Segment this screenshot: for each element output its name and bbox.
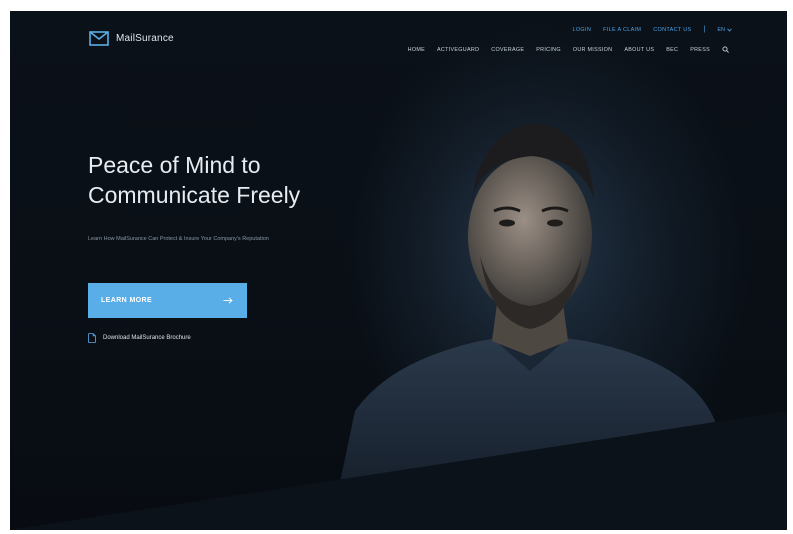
chevron-down-icon (727, 28, 732, 32)
pdf-file-icon (88, 333, 96, 343)
file-claim-link[interactable]: FILE A CLAIM (603, 27, 641, 33)
separator: | (703, 26, 706, 33)
contact-us-link[interactable]: CONTACT US (653, 27, 691, 33)
search-icon[interactable] (722, 46, 729, 53)
arrow-right-icon (223, 297, 233, 304)
download-brochure-label: Download MailSurance Brochure (103, 335, 191, 341)
envelope-icon (89, 31, 109, 46)
download-brochure-link[interactable]: Download MailSurance Brochure (88, 333, 191, 343)
hero-subtitle: Learn How MailSurance Can Protect & Insu… (88, 236, 269, 242)
nav-item-coverage[interactable]: COVERAGE (491, 47, 524, 53)
nav-item-our-mission[interactable]: OUR MISSION (573, 47, 613, 53)
hero-title-line-1: Peace of Mind to (88, 152, 261, 178)
language-label: EN (717, 26, 725, 33)
hero-section: MailSurance LOGIN FILE A CLAIM CONTACT U… (10, 11, 787, 530)
nav-item-press[interactable]: PRESS (690, 47, 710, 53)
learn-more-label: LEARN MORE (101, 297, 153, 304)
language-selector[interactable]: EN (717, 27, 732, 33)
login-link[interactable]: LOGIN (573, 27, 592, 33)
brand-name: MailSurance (116, 33, 174, 44)
nav-item-home[interactable]: HOME (408, 47, 425, 53)
hero-portrait-image (330, 11, 730, 530)
hero-title-line-2: Communicate Freely (88, 182, 301, 208)
utility-nav: LOGIN FILE A CLAIM CONTACT US | EN (573, 26, 733, 33)
learn-more-button[interactable]: LEARN MORE (88, 283, 247, 318)
brand-logo[interactable]: MailSurance (89, 31, 174, 46)
main-nav: HOME ACTIVEGUARD COVERAGE PRICING OUR MI… (408, 46, 729, 53)
nav-item-about-us[interactable]: ABOUT US (624, 47, 654, 53)
nav-item-activeguard[interactable]: ACTIVEGUARD (437, 47, 479, 53)
nav-item-bec[interactable]: BEC (666, 47, 678, 53)
hero-title: Peace of Mind to Communicate Freely (88, 150, 368, 210)
nav-item-pricing[interactable]: PRICING (536, 47, 561, 53)
